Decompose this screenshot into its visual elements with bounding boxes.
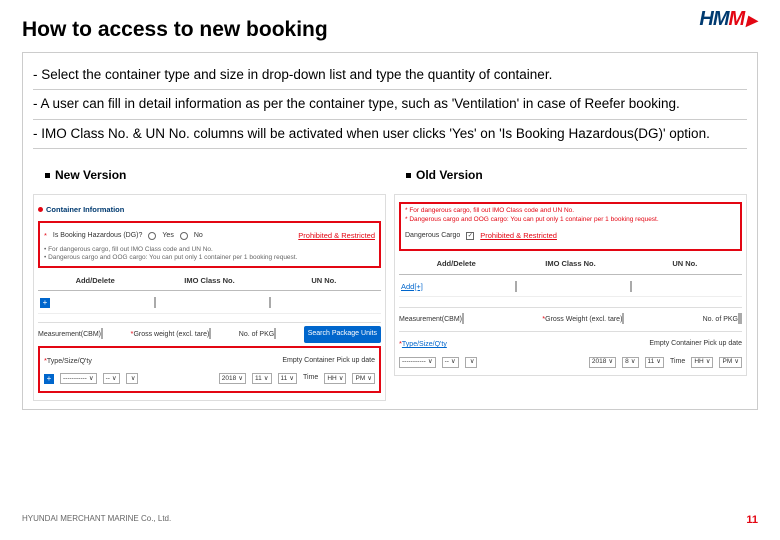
logo-m2: M <box>729 8 745 30</box>
new-version-column: New Version Container Information * Is B… <box>33 159 386 401</box>
old-col-un: UN No. <box>628 254 742 274</box>
old-type-label[interactable]: Type/Size/Q'ty <box>402 341 447 348</box>
old-meas-input[interactable] <box>462 313 464 324</box>
dot-icon <box>38 207 43 212</box>
dg-note-2: • Dangerous cargo and OOG cargo: You can… <box>44 254 375 262</box>
old-col-add: Add/Delete <box>399 254 513 274</box>
old-hour-select[interactable]: HH∨ <box>691 357 713 368</box>
dg-highlight-box: * Is Booking Hazardous (DG)? Yes No Proh… <box>38 221 381 268</box>
old-gw-input[interactable] <box>622 313 624 324</box>
chevron-down-icon: ∨ <box>89 372 94 386</box>
logo-m1: M <box>713 8 729 30</box>
bullet-1: - Select the container type and size in … <box>33 61 747 89</box>
month-select[interactable]: 11∨ <box>252 373 272 384</box>
meas-label: Measurement(CBM) <box>38 331 101 338</box>
content-box: - Select the container type and size in … <box>22 52 758 410</box>
container-info-label: Container Information <box>46 205 124 214</box>
old-qty-select[interactable]: ∨ <box>465 357 478 368</box>
old-dg-label: Dangerous Cargo <box>405 229 460 244</box>
type-label: Type/Size/Q'ty <box>47 358 92 365</box>
logo-h: H <box>699 8 712 30</box>
old-note-2: * Dangerous cargo and OOG cargo: You can… <box>405 216 736 224</box>
old-pickup-label: Empty Container Pick up date <box>649 337 742 352</box>
old-meas-label: Measurement(CBM) <box>399 316 462 323</box>
add-type-button[interactable]: + <box>44 374 54 384</box>
old-pkg-label: No. of PKG <box>703 316 738 323</box>
col-imo-class: IMO Class No. <box>152 271 266 291</box>
bullet-3: - IMO Class No. & UN No. columns will be… <box>33 120 747 148</box>
bullet-2: - A user can fill in detail information … <box>33 90 747 118</box>
old-version-column: Old Version * For dangerous cargo, fill … <box>394 159 747 401</box>
imo-class-input[interactable] <box>154 297 156 308</box>
old-month-select[interactable]: 8∨ <box>622 357 638 368</box>
dg-checkbox[interactable]: ✓ <box>466 232 474 240</box>
old-ampm-select[interactable]: PM∨ <box>719 357 742 368</box>
year-select[interactable]: 2018∨ <box>219 373 246 384</box>
meas-input[interactable] <box>101 328 103 339</box>
old-gw-label: Gross Weight (excl. tare) <box>545 316 622 323</box>
search-pkg-button[interactable]: Search Package Units <box>304 326 381 343</box>
old-heading: Old Version <box>416 168 483 182</box>
company-footer: HYUNDAI MERCHANT MARINE Co., Ltd. <box>22 514 171 526</box>
old-un-input[interactable] <box>630 281 632 292</box>
old-prohibited-link[interactable]: Prohibited & Restricted <box>480 228 557 244</box>
pkg-input[interactable] <box>274 328 276 339</box>
type-highlight-box: *Type/Size/Q'ty Empty Container Pick up … <box>38 346 381 393</box>
un-no-input[interactable] <box>269 297 271 308</box>
ampm-select[interactable]: PM∨ <box>352 373 375 384</box>
qty-select[interactable]: ∨ <box>126 373 139 384</box>
page-number: 11 <box>746 514 758 526</box>
old-dg-highlight-box: * For dangerous cargo, fill out IMO Clas… <box>399 202 742 251</box>
old-day-select[interactable]: 11∨ <box>645 357 665 368</box>
new-heading: New Version <box>55 168 126 182</box>
pickup-label: Empty Container Pick up date <box>282 354 375 369</box>
old-imo-input[interactable] <box>515 281 517 292</box>
prohibited-link[interactable]: Prohibited & Restricted <box>298 228 375 244</box>
old-size-select[interactable]: --∨ <box>442 357 459 368</box>
col-un-no: UN No. <box>267 271 381 291</box>
old-col-imo: IMO Class No. <box>513 254 627 274</box>
type-select[interactable]: -----------∨ <box>60 373 97 384</box>
add-row-button[interactable]: + <box>40 298 50 308</box>
col-add-delete: Add/Delete <box>38 271 152 291</box>
dg-note-1: • For dangerous cargo, fill out IMO Clas… <box>44 246 375 254</box>
pkg-label: No. of PKG <box>239 331 274 338</box>
square-bullet-icon <box>45 173 50 178</box>
hmm-logo: HMM▶ <box>699 8 756 31</box>
gw-input[interactable] <box>209 328 211 339</box>
old-type-select[interactable]: -----------∨ <box>399 357 436 368</box>
gw-label: Gross weight (excl. tare) <box>133 331 209 338</box>
radio-no[interactable] <box>180 232 188 240</box>
logo-arrow-icon: ▶ <box>746 12 756 28</box>
day-select[interactable]: 11∨ <box>278 373 298 384</box>
square-bullet-icon <box>406 173 411 178</box>
old-add-link[interactable]: Add[+] <box>401 282 423 291</box>
radio-yes[interactable] <box>148 232 156 240</box>
old-year-select[interactable]: 2018∨ <box>589 357 616 368</box>
size-select[interactable]: --∨ <box>103 373 120 384</box>
page-title: How to access to new booking <box>22 18 758 42</box>
old-note-1: * For dangerous cargo, fill out IMO Clas… <box>405 207 736 215</box>
dg-question-label: Is Booking Hazardous (DG)? <box>53 229 142 244</box>
hour-select[interactable]: HH∨ <box>324 373 346 384</box>
